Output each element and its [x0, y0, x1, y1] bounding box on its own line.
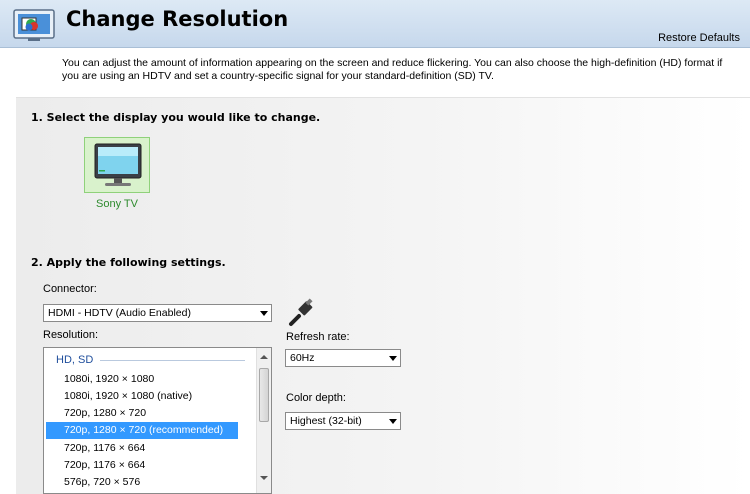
resolution-listbox[interactable]: HD, SD 1080i, 1920 × 1080 1080i, 1920 × … [43, 347, 272, 494]
resolution-item[interactable]: 720p, 1176 × 664 [44, 457, 256, 474]
refresh-rate-value: 60Hz [290, 352, 315, 364]
group-divider [100, 360, 245, 361]
chevron-down-icon [389, 419, 397, 424]
scroll-down-arrow-icon[interactable] [260, 476, 268, 480]
connector-label: Connector: [43, 283, 97, 295]
scroll-thumb[interactable] [259, 368, 269, 422]
resolution-group-header: HD, SD [56, 354, 94, 366]
refresh-rate-select[interactable]: 60Hz [285, 349, 401, 367]
resolution-scrollbar[interactable] [256, 348, 271, 493]
resolution-item[interactable]: 720p, 1176 × 664 [44, 440, 256, 457]
page-header: Change Resolution Restore Defaults [0, 0, 750, 48]
page-title: Change Resolution [66, 7, 289, 31]
scroll-up-arrow-icon[interactable] [260, 355, 268, 359]
section-apply-settings-title: 2. Apply the following settings. [31, 256, 226, 269]
resolution-item[interactable]: 720p, 1280 × 720 [44, 405, 256, 422]
display-tile-sony-tv[interactable] [84, 137, 150, 193]
connector-value: HDMI - HDTV (Audio Enabled) [48, 307, 191, 319]
page-description: You can adjust the amount of information… [62, 57, 723, 82]
restore-defaults-link[interactable]: Restore Defaults [658, 32, 740, 44]
resolution-item[interactable]: 1080i, 1920 × 1080 [44, 371, 256, 388]
hdmi-cable-icon [289, 298, 313, 326]
connector-select[interactable]: HDMI - HDTV (Audio Enabled) [43, 304, 272, 322]
refresh-rate-label: Refresh rate: [286, 331, 350, 343]
color-depth-value: Highest (32-bit) [290, 415, 362, 427]
section-select-display-title: 1. Select the display you would like to … [31, 111, 321, 124]
color-depth-label: Color depth: [286, 392, 346, 404]
display-label: Sony TV [96, 198, 138, 210]
chevron-down-icon [260, 311, 268, 316]
display-settings-icon [13, 9, 55, 41]
resolution-item[interactable]: 576p, 720 × 576 [44, 474, 256, 491]
resolution-item-selected[interactable]: 720p, 1280 × 720 (recommended) [46, 422, 238, 439]
resolution-label: Resolution: [43, 329, 99, 341]
chevron-down-icon [389, 356, 397, 361]
resolution-item[interactable]: 1080i, 1920 × 1080 (native) [44, 388, 256, 405]
color-depth-select[interactable]: Highest (32-bit) [285, 412, 401, 430]
tv-monitor-icon [94, 143, 142, 186]
